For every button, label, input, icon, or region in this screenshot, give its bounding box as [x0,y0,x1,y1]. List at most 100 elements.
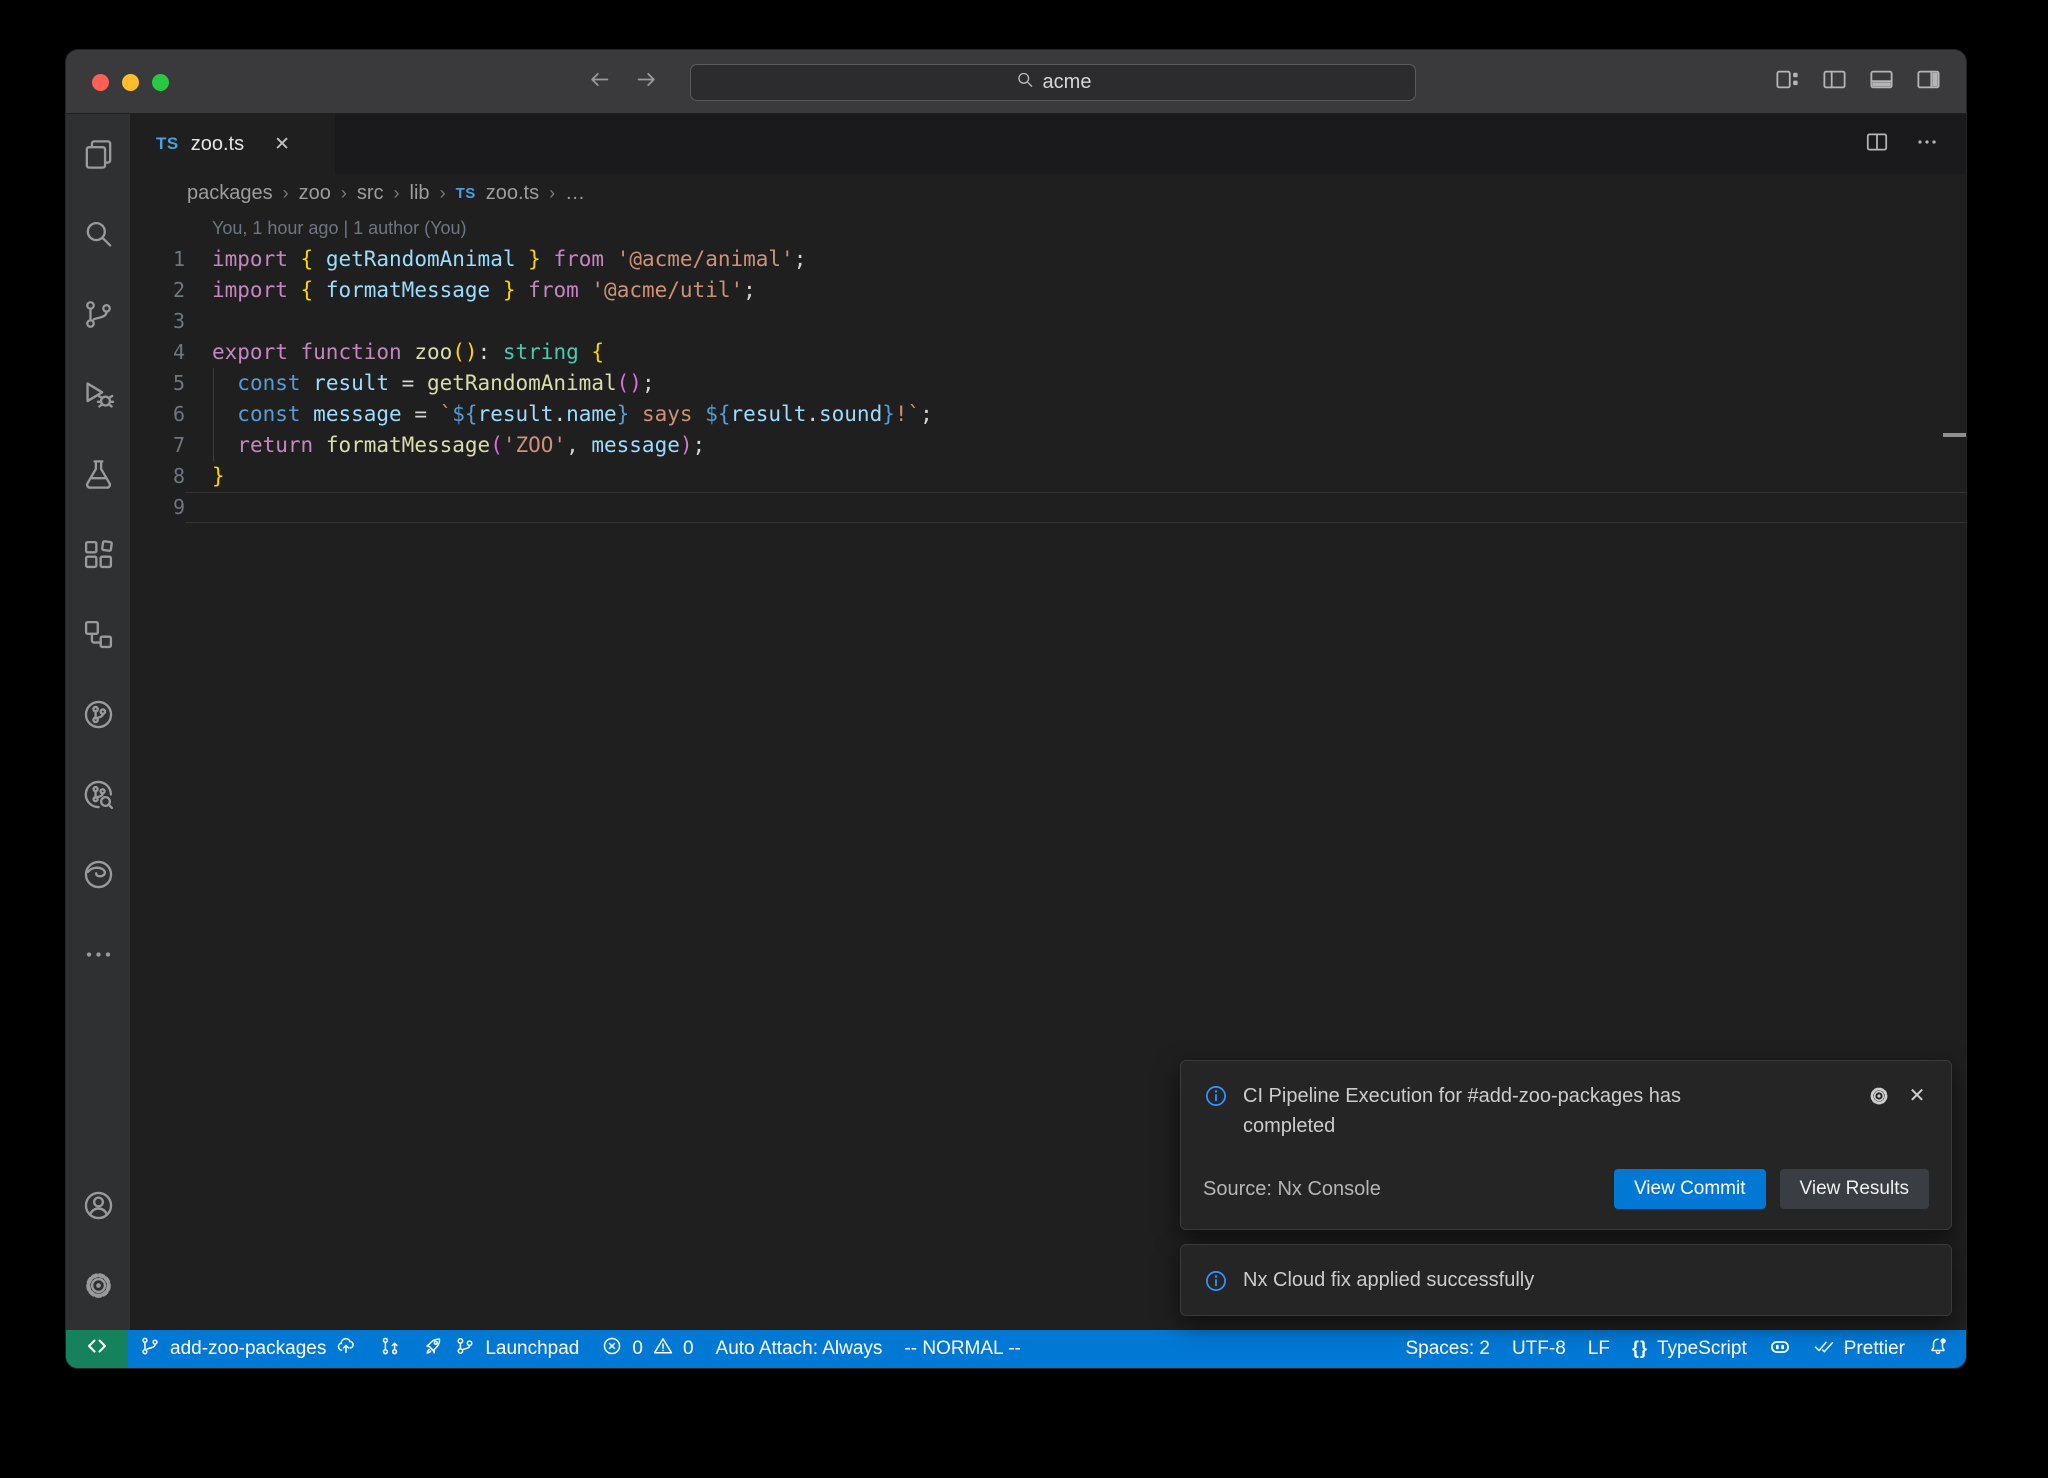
view-commit-button[interactable]: View Commit [1614,1169,1766,1209]
eol-status[interactable]: LF [1577,1330,1621,1368]
remote-icon [85,1334,109,1364]
indent-guide [213,368,214,461]
activity-bar-source-control[interactable] [66,277,130,357]
line-number: 8 [130,461,185,492]
code-line-content: } [185,461,1966,492]
bell-dot-icon [1927,1335,1949,1363]
breadcrumb-item-file[interactable]: zoo.ts [486,182,539,205]
notification-source: Source: Nx Console [1203,1178,1381,1201]
copilot-status[interactable] [1758,1330,1802,1368]
indentation-status[interactable]: Spaces: 2 [1394,1330,1501,1368]
gear-icon [81,1268,116,1308]
activity-bar-search[interactable] [66,197,130,277]
activity-bar-accounts[interactable] [66,1168,130,1248]
activity-bar-edge-tools[interactable] [66,837,130,917]
main-row: TS zoo.ts ✕ packages›zoo›src›lib›TSzoo.t… [66,114,1966,1330]
notification-close-icon[interactable]: ✕ [1905,1084,1929,1108]
editor-group: TS zoo.ts ✕ packages›zoo›src›lib›TSzoo.t… [130,114,1966,1330]
breadcrumb-separator-icon: › [549,183,555,204]
activity-bar-gitlens[interactable] [66,677,130,757]
ci-pipeline-toast: CI Pipeline Execution for #add-zoo-packa… [1180,1060,1952,1230]
line-number: 4 [130,337,185,368]
more-actions-icon[interactable] [1914,129,1940,160]
toggle-panel-icon[interactable] [1868,66,1895,98]
zoom-window-button[interactable] [152,74,169,91]
breadcrumb-item-zoo[interactable]: zoo [299,182,331,205]
rocket-icon [423,1335,445,1363]
breadcrumb-item-lib[interactable]: lib [410,182,430,205]
go-back-icon[interactable] [586,66,613,98]
activity-bar-additional-views[interactable] [66,917,130,997]
launchpad-status[interactable]: Launchpad [412,1330,590,1368]
gitlens-icon [81,697,116,737]
code-line-7: 7 return formatMessage('ZOO', message); [130,430,1966,461]
activity-bar-hierarchy-view[interactable] [66,597,130,677]
extensions-icon [81,537,116,577]
vim-mode-status[interactable]: -- NORMAL -- [893,1330,1031,1368]
code-line-3: 3 [130,306,1966,337]
activity-bar-extensions[interactable] [66,517,130,597]
status-label: Auto Attach: Always [716,1338,883,1360]
code-line-content: const message = `${result.name} says ${r… [185,399,1966,430]
problems-status[interactable]: 00 [590,1330,704,1368]
notification-message: CI Pipeline Execution for #add-zoo-packa… [1243,1081,1729,1141]
gitlens-inspect-icon [81,777,116,817]
notification-settings-gear-icon[interactable] [1867,1084,1891,1108]
tab-label: zoo.ts [191,133,244,156]
tab-bar: TS zoo.ts ✕ [130,114,1966,174]
desktop: acme TS [0,0,2048,1478]
account-icon [81,1188,116,1228]
notification-toasts: CI Pipeline Execution for #add-zoo-packa… [1180,1060,1952,1316]
minimize-window-button[interactable] [122,74,139,91]
cloud-upload-icon [335,1335,357,1363]
breadcrumb-item-src[interactable]: src [357,182,384,205]
git-graph-status[interactable] [368,1330,412,1368]
close-tab-icon[interactable]: ✕ [274,133,290,156]
vscode-window: acme TS [66,50,1966,1368]
status-label: add-zoo-packages [170,1338,326,1360]
breadcrumb-separator-icon: › [283,183,289,204]
line-number: 7 [130,430,185,461]
activity-bar-explorer[interactable] [66,117,130,197]
warning-icon [652,1335,674,1363]
status-label: TypeScript [1657,1338,1747,1360]
activity-bar-gitlens-inspect[interactable] [66,757,130,837]
close-window-button[interactable] [92,74,109,91]
go-forward-icon[interactable] [633,66,660,98]
info-icon [1203,1083,1229,1109]
git-branch-status[interactable]: add-zoo-packages [128,1330,368,1368]
command-center-search[interactable]: acme [690,64,1416,101]
history-navigation [586,50,660,114]
breadcrumb-separator-icon: › [394,183,400,204]
encoding-status[interactable]: UTF-8 [1501,1330,1577,1368]
search-value: acme [1043,71,1092,94]
auto-attach-status[interactable]: Auto Attach: Always [705,1330,894,1368]
tab-zoo-ts[interactable]: TS zoo.ts ✕ [130,114,335,174]
split-editor-icon[interactable] [1864,129,1890,160]
copilot-menu[interactable] [1438,50,1444,114]
line-number: 5 [130,368,185,399]
breadcrumb-item-packages[interactable]: packages [187,182,273,205]
code-line-content: export function zoo(): string { [185,337,1966,368]
activity-bar-testing[interactable] [66,437,130,517]
notifications-bell[interactable] [1916,1330,1960,1368]
remote-indicator[interactable] [66,1330,128,1368]
nx-cloud-toast: Nx Cloud fix applied successfully [1180,1244,1952,1316]
status-bar-right: Spaces: 2UTF-8LF{}TypeScript Prettier [1394,1330,1966,1368]
breadcrumb: packages›zoo›src›lib›TSzoo.ts›… [130,174,1966,212]
breadcrumb-symbol-more[interactable]: … [565,182,585,205]
view-results-button[interactable]: View Results [1780,1169,1929,1209]
code-line-content: import { formatMessage } from '@acme/uti… [185,275,1966,306]
activity-bar-run-and-debug[interactable] [66,357,130,437]
activity-bar-manage-settings[interactable] [66,1248,130,1328]
language-status[interactable]: {}TypeScript [1621,1330,1758,1368]
source-control-icon [81,297,116,337]
formatter-status[interactable]: Prettier [1802,1330,1916,1368]
toggle-primary-sidebar-icon[interactable] [1821,66,1848,98]
breadcrumb-separator-icon: › [440,183,446,204]
customize-layout-icon[interactable] [1774,66,1801,98]
hierarchy-icon [81,617,116,657]
git-blame-annotation: You, 1 hour ago | 1 author (You) [130,212,1966,244]
code-line-8: 8} [130,461,1966,492]
toggle-secondary-sidebar-icon[interactable] [1915,66,1942,98]
